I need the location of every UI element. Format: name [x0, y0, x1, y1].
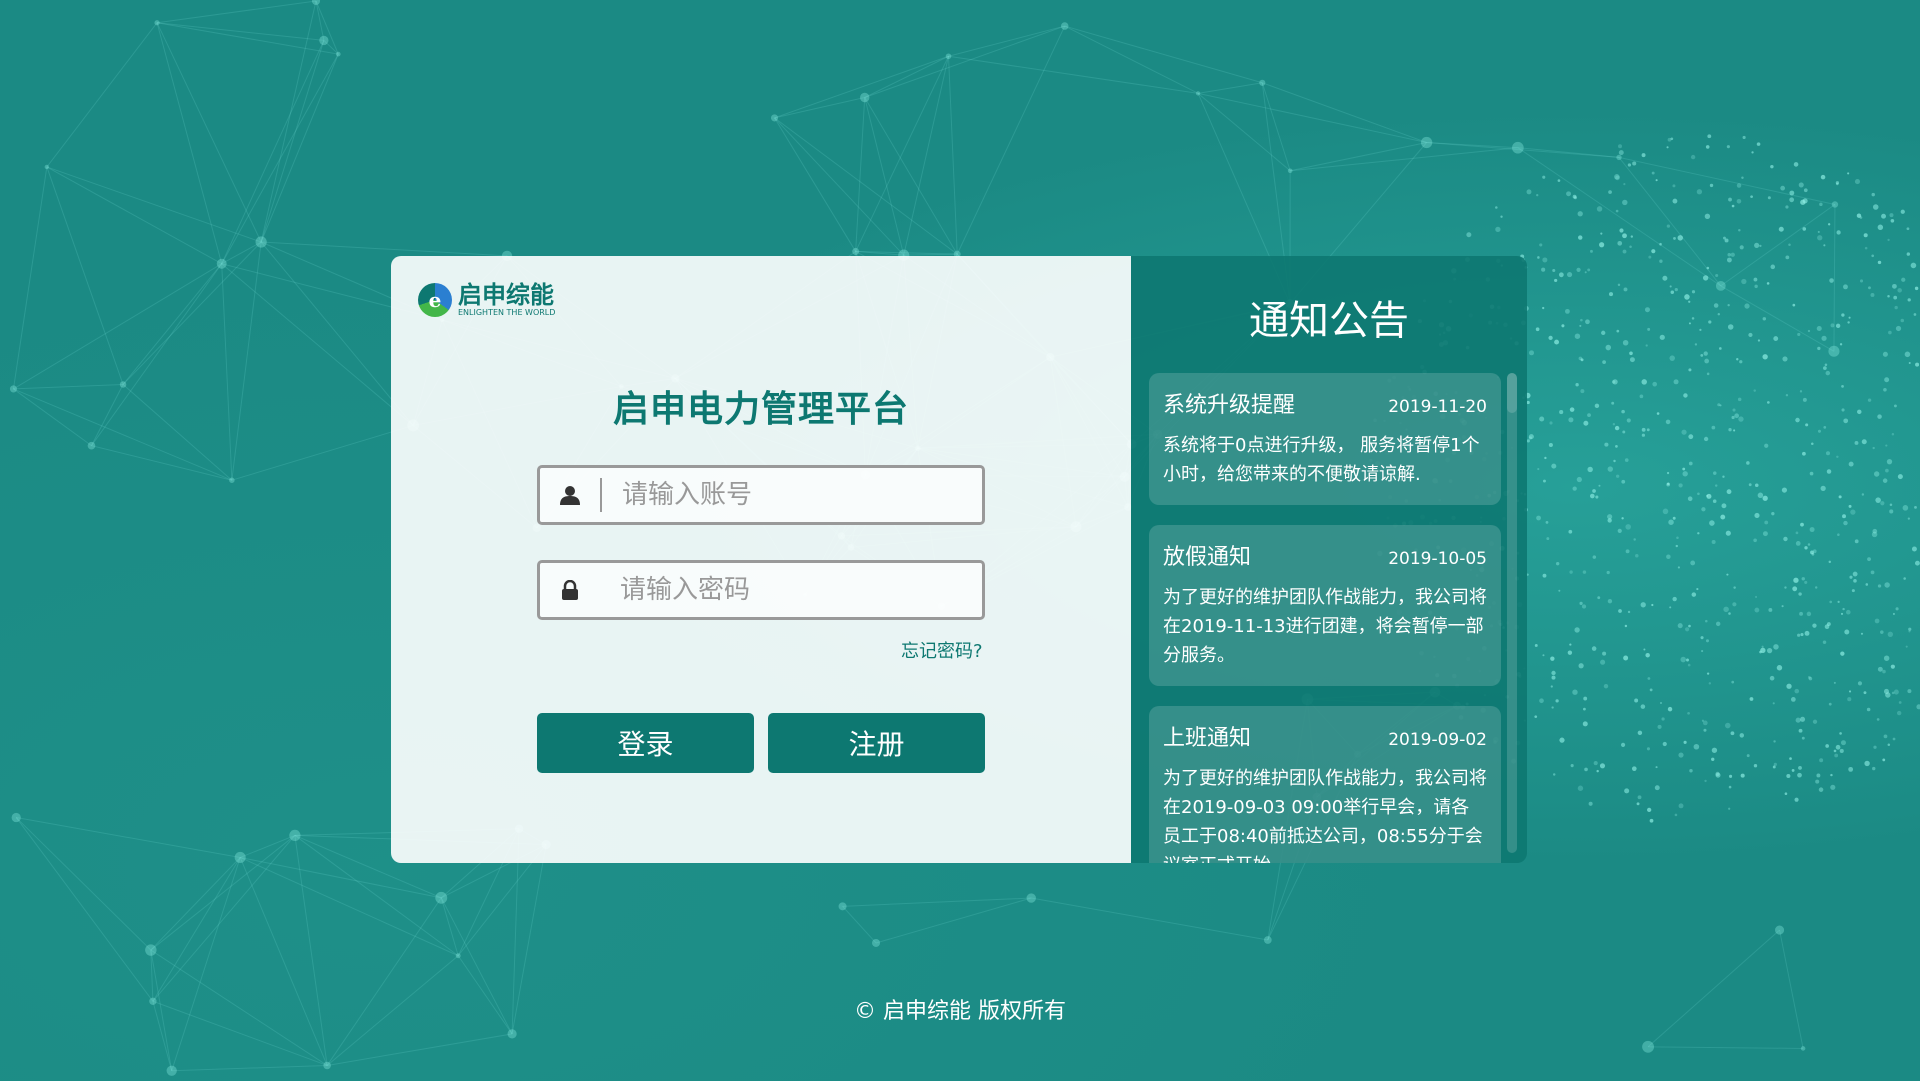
notice-card[interactable]: 上班通知 2019-09-02 为了更好的维护团队作战能力，我公司将在2019-…	[1149, 706, 1501, 863]
notice-title: 通知公告	[1249, 298, 1409, 344]
logo-tagline: ENLIGHTEN THE WORLD	[458, 308, 556, 317]
notice-card-date: 2019-10-05	[1388, 549, 1487, 569]
password-input[interactable]	[600, 575, 982, 605]
notice-card-title: 放假通知	[1163, 545, 1252, 570]
notice-list[interactable]: 系统升级提醒 2019-11-20 系统将于0点进行升级， 服务将暂停1个小时，…	[1149, 373, 1501, 863]
notice-card[interactable]: 放假通知 2019-10-05 为了更好的维护团队作战能力，我公司将在2019-…	[1149, 525, 1501, 686]
account-field[interactable]	[537, 465, 985, 525]
register-button[interactable]: 注册	[768, 713, 985, 773]
login-panel: e 启申综能 ENLIGHTEN THE WORLD 启申电力管理平台 忘记密码…	[391, 256, 1131, 863]
password-field[interactable]	[537, 560, 985, 620]
notice-card-title: 系统升级提醒	[1163, 393, 1296, 418]
company-logo: e 启申综能 ENLIGHTEN THE WORLD	[418, 283, 555, 317]
account-input[interactable]	[602, 480, 982, 510]
scrollbar-thumb[interactable]	[1507, 373, 1517, 413]
notice-card-content: 系统将于0点进行升级， 服务将暂停1个小时，给您带来的不便敬请谅解.	[1163, 435, 1480, 485]
logo-name: 启申综能	[458, 281, 554, 309]
notice-card[interactable]: 系统升级提醒 2019-11-20 系统将于0点进行升级， 服务将暂停1个小时，…	[1149, 373, 1501, 505]
notice-card-title: 上班通知	[1163, 726, 1252, 751]
notice-scrollbar[interactable]	[1507, 373, 1517, 853]
notice-card-date: 2019-11-20	[1388, 397, 1487, 417]
user-icon	[540, 468, 600, 522]
logo-icon: e	[418, 283, 452, 317]
login-button[interactable]: 登录	[537, 713, 754, 773]
notice-card-content: 为了更好的维护团队作战能力，我公司将在2019-09-03 09:00举行早会，…	[1163, 768, 1487, 863]
forgot-password-link[interactable]: 忘记密码?	[901, 637, 983, 663]
platform-title: 启申电力管理平台	[612, 389, 909, 430]
lock-icon	[540, 563, 600, 617]
notice-card-content: 为了更好的维护团队作战能力，我公司将在2019-11-13进行团建，将会暂停一部…	[1163, 587, 1487, 666]
notice-card-date: 2019-09-02	[1388, 730, 1487, 750]
copyright-footer: © 启申综能 版权所有	[854, 999, 1066, 1024]
notice-panel: 通知公告 系统升级提醒 2019-11-20 系统将于0点进行升级， 服务将暂停…	[1131, 256, 1527, 863]
